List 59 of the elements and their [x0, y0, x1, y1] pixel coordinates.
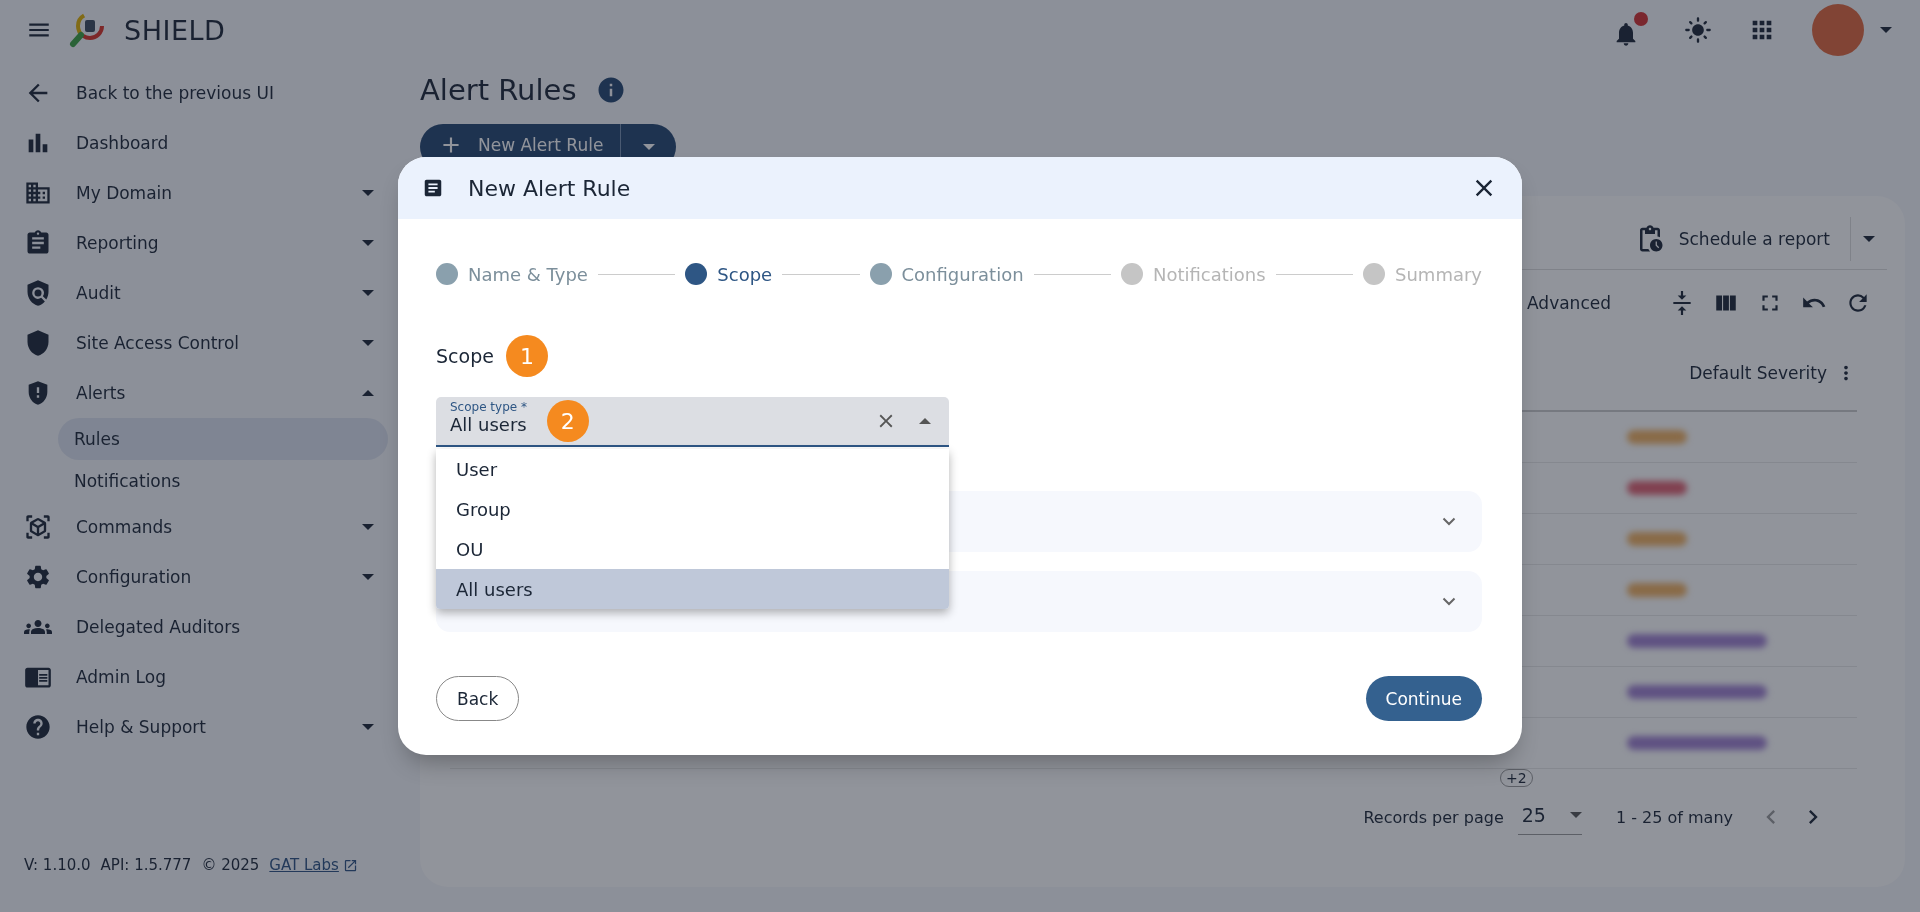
document-icon — [422, 177, 444, 199]
records-per-page-label: Records per page — [1363, 807, 1504, 827]
sidebar-subitem[interactable]: Rules — [58, 418, 388, 460]
sidebar-item[interactable]: Commands — [24, 502, 388, 552]
caret-icon — [1569, 811, 1582, 818]
sidebar-item[interactable]: Dashboard — [24, 118, 388, 168]
sidebar-item[interactable]: Delegated Auditors — [24, 602, 388, 652]
stepper-step: Scope — [685, 263, 773, 285]
blurred-badge — [1627, 481, 1687, 495]
external-link-icon — [342, 857, 358, 873]
per-page-select[interactable]: 25 — [1517, 799, 1582, 835]
menu-option[interactable]: User — [436, 449, 949, 489]
sidebar-item[interactable]: Admin Log — [24, 652, 388, 702]
app-name: SHIELD — [124, 14, 226, 46]
cube-icon — [24, 513, 52, 541]
copyright-text: © 2025 — [201, 856, 260, 874]
sidebar-item[interactable]: Back to the previous UI — [24, 68, 388, 118]
advanced-label[interactable]: Advanced — [1527, 293, 1611, 313]
chevron-down-icon — [1442, 597, 1456, 606]
caret-up-icon[interactable] — [919, 418, 931, 424]
column-header: Default Severity — [1689, 363, 1827, 383]
back-button[interactable]: Back — [436, 676, 520, 721]
sidebar-item[interactable]: Help & Support — [24, 702, 388, 752]
stepper-step: Name & Type — [436, 263, 588, 285]
stepper-step: Configuration — [869, 263, 1024, 285]
continue-button[interactable]: Continue — [1365, 676, 1482, 721]
sidebar-item[interactable]: My Domain — [24, 168, 388, 218]
menu-option[interactable]: All users — [436, 569, 949, 609]
blurred-badge — [1627, 532, 1687, 546]
page-title: Alert Rules — [420, 73, 577, 107]
sun-icon[interactable] — [1684, 16, 1712, 44]
schedule-report-button[interactable]: Schedule a report — [1614, 216, 1851, 261]
api-version-text: API: 1.5.777 — [100, 856, 192, 874]
stepper-step: Notifications — [1121, 263, 1266, 285]
blurred-badge — [1627, 430, 1687, 444]
stepper-step: Summary — [1363, 263, 1483, 285]
sidebar-item[interactable]: Reporting — [24, 218, 388, 268]
step-marker-badge: 1 — [505, 335, 548, 377]
caret-icon[interactable] — [1863, 235, 1875, 242]
dialog-title: New Alert Rule — [468, 175, 632, 201]
sidebar-item[interactable]: Audit — [24, 268, 388, 318]
section-label: Scope — [436, 345, 494, 367]
settings-icon — [24, 563, 52, 591]
sidebar-subitem[interactable]: Notifications — [58, 460, 388, 502]
chevron-down-icon — [1442, 517, 1456, 526]
sidebar-item[interactable]: Configuration — [24, 552, 388, 602]
gat-labs-link[interactable]: GAT Labs — [269, 856, 358, 874]
caret-icon — [642, 144, 655, 150]
scope-type-select[interactable]: Scope type * All users 2 — [436, 397, 949, 447]
caret-icon[interactable] — [1880, 27, 1892, 33]
sidebar-item[interactable]: Site Access Control — [24, 318, 388, 368]
sidebar-item[interactable]: Alerts — [24, 368, 388, 418]
step-marker-badge: 2 — [546, 400, 589, 442]
blurred-badge — [1627, 583, 1687, 597]
page-range-text: 1 - 25 of many — [1615, 807, 1733, 827]
version-text: V: 1.10.0 — [24, 856, 91, 874]
menu-option[interactable]: OU — [436, 529, 949, 569]
help-icon — [24, 713, 52, 741]
menu-option[interactable]: Group — [436, 489, 949, 529]
